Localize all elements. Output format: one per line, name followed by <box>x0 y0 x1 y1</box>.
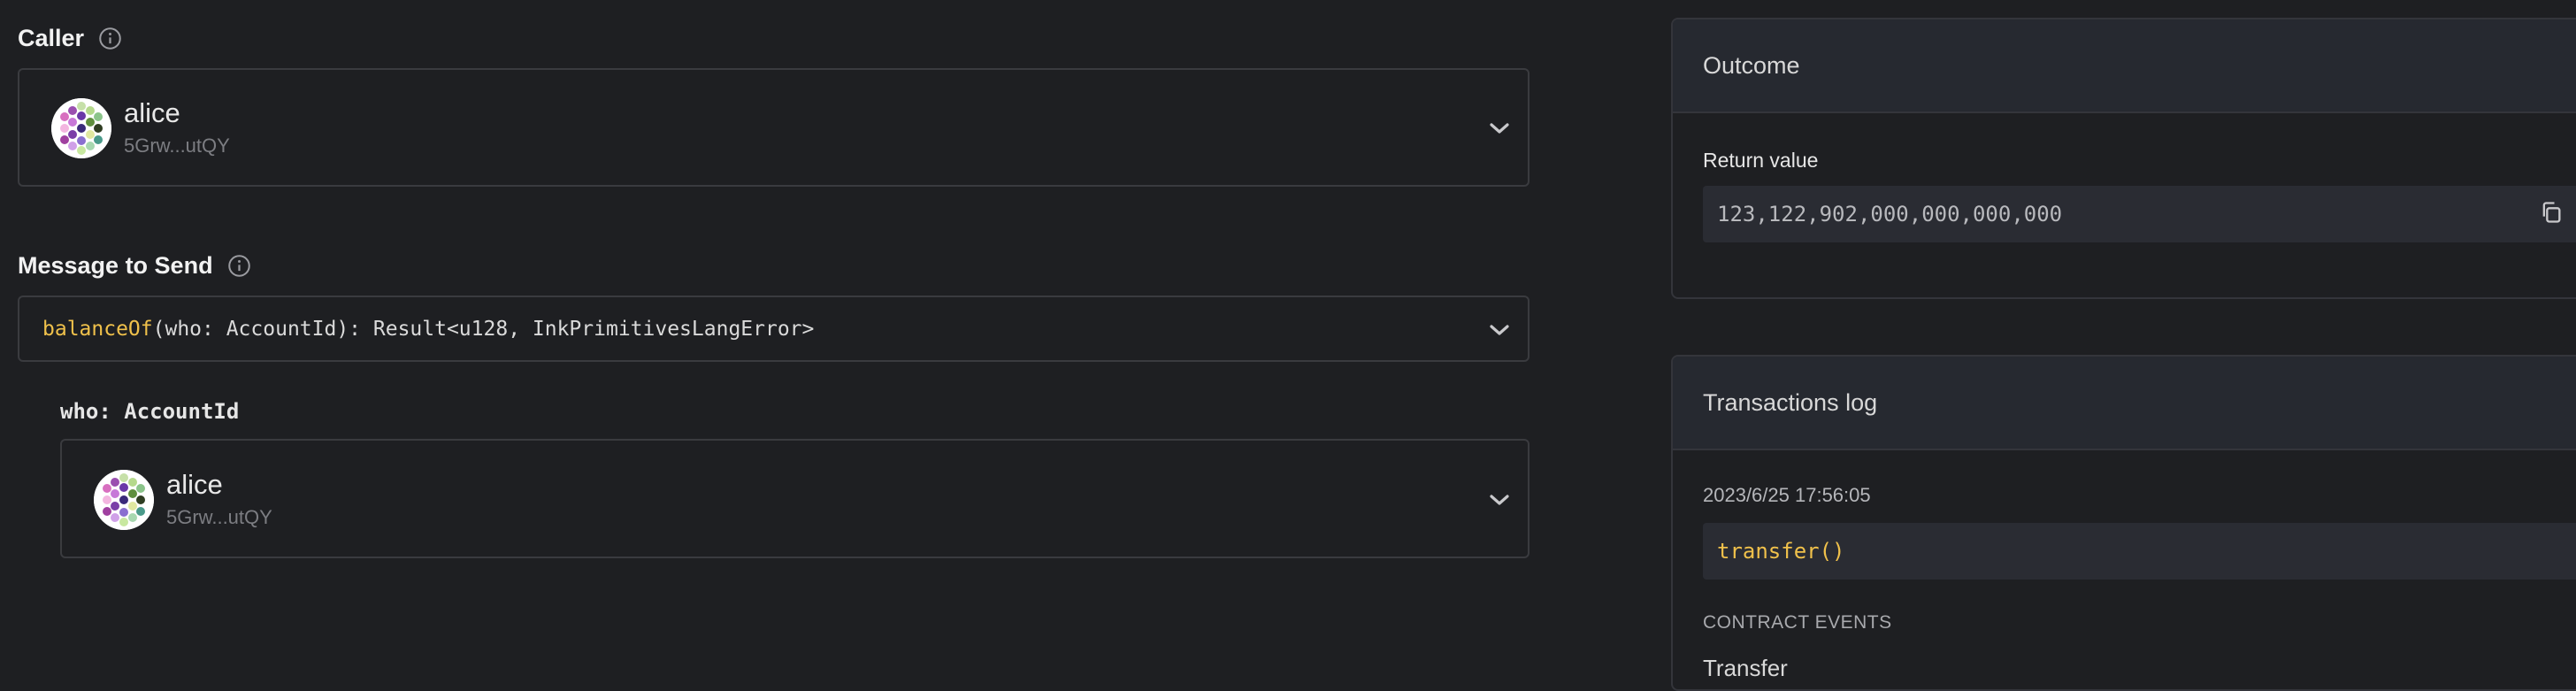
param-account-select[interactable]: alice 5Grw...utQY <box>60 439 1530 558</box>
transactions-log-panel: Transactions log 2023/6/25 17:56:05 tran… <box>1671 355 2576 691</box>
outcome-header: Outcome <box>1673 19 2576 113</box>
info-icon[interactable] <box>227 254 251 278</box>
caller-label: Caller <box>18 25 85 51</box>
copy-icon[interactable] <box>2539 200 2564 225</box>
identicon-avatar <box>51 98 111 158</box>
event-name: Transfer <box>1703 655 1788 681</box>
contract-events-label: CONTRACT EVENTS <box>1703 612 1892 633</box>
identicon-avatar <box>94 470 154 530</box>
account-address: 5Grw...utQY <box>166 506 272 528</box>
transactions-log-header: Transactions log <box>1673 357 2576 450</box>
message-label: Message to Send <box>18 252 213 279</box>
account-name: alice <box>124 97 180 128</box>
tx-call: transfer() <box>1717 539 1845 564</box>
chevron-down-icon[interactable] <box>1489 493 1510 507</box>
message-fn-name: balanceOf <box>42 317 153 341</box>
tx-timestamp: 2023/6/25 17:56:05 <box>1703 484 1871 506</box>
message-fn-signature: (who: AccountId): Result<u128, InkPrimit… <box>152 317 815 341</box>
message-select[interactable]: balanceOf (who: AccountId): Result<u128, … <box>18 296 1530 362</box>
chevron-down-icon[interactable] <box>1489 323 1510 337</box>
caller-account-text: alice 5Grw...utQY <box>124 97 230 159</box>
caller-account: alice 5Grw...utQY <box>51 97 230 159</box>
chevron-down-icon[interactable] <box>1489 121 1510 135</box>
account-name: alice <box>166 469 223 500</box>
return-value-box: 123,122,902,000,000,000,000 <box>1703 186 2576 242</box>
outcome-panel: Outcome Return value 123,122,902,000,000… <box>1671 18 2576 299</box>
message-signature: balanceOf (who: AccountId): Result<u128, … <box>42 297 814 360</box>
param-account-text: alice 5Grw...utQY <box>166 469 272 531</box>
return-value: 123,122,902,000,000,000,000 <box>1717 202 2063 226</box>
tx-call-box: transfer() <box>1703 523 2576 580</box>
return-value-label: Return value <box>1703 149 1819 172</box>
param-label: who: AccountId <box>60 399 240 424</box>
caller-select[interactable]: alice 5Grw...utQY <box>18 68 1530 187</box>
message-label-row: Message to Send <box>18 252 251 280</box>
info-icon[interactable] <box>98 27 122 50</box>
param-account: alice 5Grw...utQY <box>94 469 272 531</box>
account-address: 5Grw...utQY <box>124 134 230 157</box>
caller-label-row: Caller <box>18 25 122 52</box>
